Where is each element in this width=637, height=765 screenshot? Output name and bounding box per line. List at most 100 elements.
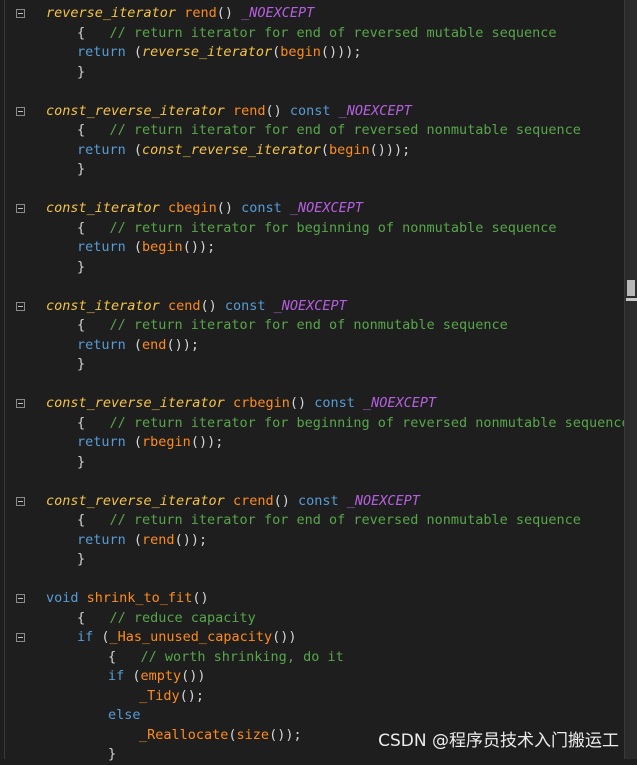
code-token: () [192,590,209,606]
code-token: const [314,395,355,411]
code-line[interactable]: const_iterator cbegin() const _NOEXCEPT [0,199,624,219]
code-line[interactable]: } [0,63,624,83]
code-line[interactable]: _Tidy(); [0,687,624,707]
code-line[interactable]: return (begin()); [0,238,624,258]
code-token: () [265,102,290,119]
scrollbar-thumb[interactable] [627,280,635,296]
code-token: ( [320,141,329,158]
collapse-toggle-icon[interactable] [16,301,25,311]
code-text: const_reverse_iterator crend() const _NO… [46,492,420,512]
scrollbar-marker [626,298,637,301]
code-line[interactable]: { // return iterator for beginning of no… [0,219,624,239]
code-token: return [77,44,126,60]
code-token: ( [125,336,143,353]
code-text: } [77,63,85,83]
code-token: const_iterator [46,297,160,314]
code-token: ( [228,726,237,743]
code-token: const [224,297,266,314]
code-token: { [77,414,110,431]
code-token: (); [179,687,205,704]
code-line[interactable]: return (reverse_iterator(begin())); [0,43,624,63]
code-line[interactable] [0,277,624,297]
code-line[interactable]: return (end()); [0,336,624,356]
code-line[interactable]: } [0,258,624,278]
code-line[interactable] [0,375,624,395]
code-line[interactable]: } [0,160,624,180]
collapse-toggle-icon[interactable] [16,399,25,408]
code-line[interactable]: { // reduce capacity [0,609,624,629]
code-token: ()); [182,239,216,255]
code-token: shrink_to_fit [86,590,193,606]
code-text: { // return iterator for end of reversed… [77,511,581,531]
code-line[interactable]: const_iterator cend() const _NOEXCEPT [0,297,624,317]
code-text: } [77,258,85,278]
code-token: // worth shrinking, do it [140,648,344,665]
code-token: // return iterator for end of nonmutable… [109,317,508,333]
code-token: _Tidy [139,687,180,704]
code-line[interactable]: } [0,453,624,473]
code-line[interactable] [0,570,624,590]
collapse-toggle-icon[interactable] [16,594,25,603]
code-line[interactable]: { // return iterator for end of reversed… [0,121,624,141]
code-token: _NOEXCEPT [338,102,412,119]
code-line[interactable]: return (const_reverse_iterator(begin()))… [0,141,624,161]
code-text: { // return iterator for beginning of no… [77,219,557,239]
code-line[interactable]: { // worth shrinking, do it [0,648,624,668]
code-line[interactable]: if (empty()) [0,667,624,687]
code-line[interactable] [0,472,624,492]
code-text: { // return iterator for end of reversed… [77,24,557,44]
collapse-toggle-icon[interactable] [16,9,25,18]
code-token: return [77,434,126,450]
code-line[interactable]: } [0,550,624,570]
code-line[interactable]: { // return iterator for end of nonmutab… [0,316,624,336]
code-text: { // return iterator for end of nonmutab… [77,316,508,336]
code-token: ( [125,44,143,60]
code-token: else [108,707,141,723]
code-token: { [77,24,110,41]
code-line[interactable]: const_reverse_iterator crend() const _NO… [0,492,624,512]
code-text: if (_Has_unused_capacity()) [77,628,296,648]
code-editor[interactable]: reverse_iterator rend() _NOEXCEPT{ // re… [0,0,630,762]
code-token: reverse_iterator [142,44,273,60]
code-line[interactable] [0,180,624,200]
code-token: empty [140,668,182,684]
code-line[interactable]: { // return iterator for beginning of re… [0,414,630,434]
code-line[interactable]: return (rbegin()); [0,433,624,453]
code-token: begin [142,239,183,255]
code-line[interactable]: if (_Has_unused_capacity()) [0,628,624,648]
code-token: const [241,200,282,216]
collapse-toggle-icon[interactable] [16,204,25,213]
code-line[interactable]: const_reverse_iterator crbegin() const _… [0,394,624,414]
code-text: _Tidy(); [139,687,204,707]
code-line[interactable]: return (rend()); [0,531,624,551]
code-line[interactable]: else [0,706,624,726]
code-line[interactable]: const_reverse_iterator rend() const _NOE… [0,102,624,122]
code-text: reverse_iterator rend() _NOEXCEPT [46,4,314,24]
code-text: const_reverse_iterator crbegin() const _… [46,394,436,414]
collapse-toggle-icon[interactable] [16,106,25,116]
code-token: crend [232,492,274,509]
code-line[interactable]: } [0,355,624,375]
code-line[interactable]: void shrink_to_fit() [0,589,624,609]
code-token: () [200,297,225,314]
code-text: } [77,355,85,375]
code-text: const_reverse_iterator rend() const _NOE… [46,102,412,122]
code-line[interactable]: { // return iterator for end of reversed… [0,511,624,531]
code-line[interactable]: reverse_iterator rend() _NOEXCEPT [0,4,624,24]
code-token: { [77,609,110,626]
code-token: begin [280,44,321,60]
collapse-toggle-icon[interactable] [16,496,25,506]
code-token: if [77,629,94,645]
code-token: crbegin [232,395,290,411]
code-line[interactable]: { // return iterator for end of reversed… [0,24,624,44]
code-line[interactable] [0,82,624,102]
code-token: ()) [181,668,206,684]
code-text: return (rend()); [77,531,207,551]
vertical-scrollbar[interactable] [624,0,637,759]
collapse-toggle-icon[interactable] [16,633,25,642]
code-token: const [297,492,339,509]
